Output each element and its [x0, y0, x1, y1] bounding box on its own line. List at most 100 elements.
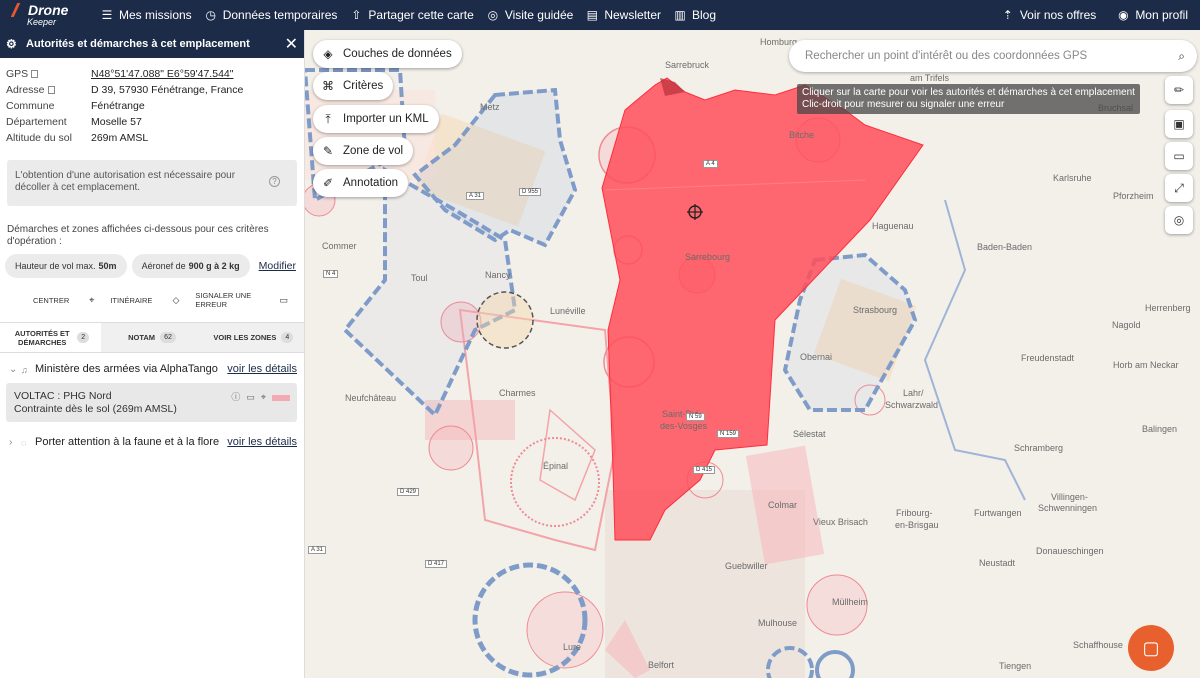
hint-line-1: Cliquer sur la carte pour voir les autor… [802, 87, 1135, 98]
locate-button[interactable]: ◎ [1165, 206, 1193, 234]
place-label: Karlsruhe [1053, 173, 1092, 183]
profile-label: Mon profil [1135, 8, 1188, 22]
tab-authorities[interactable]: AUTORITÉS ET DÉMARCHES 2 [0, 323, 102, 352]
map-control-button[interactable]: ⌘ Critères [313, 72, 394, 100]
profile-link[interactable]: ◉ Mon profil [1116, 8, 1188, 22]
place-label: Furtwangen [974, 508, 1022, 518]
gps-value[interactable]: N48°51'47.088" E6°59'47.544" [91, 68, 233, 80]
place-label: Schramberg [1014, 443, 1064, 453]
ruler-button[interactable]: ✏ [1165, 76, 1193, 104]
offers-link[interactable]: ⇡ Voir nos offres [1001, 8, 1097, 22]
offers-label: Voir nos offres [1019, 8, 1097, 22]
nav-book[interactable]: ▥ Blog [673, 8, 716, 22]
modify-criteria-link[interactable]: Modifier [259, 260, 296, 272]
place-label: Tiengen [999, 661, 1032, 671]
road-shield: A 31 [308, 546, 327, 554]
dronekeeper-logo[interactable]: Drone Keeper [0, 0, 88, 30]
comment-icon[interactable]: ▭ [246, 391, 255, 404]
location-info: GPS N48°51'47.088" E6°59'47.544" Adresse… [0, 58, 304, 146]
nav-newsletter[interactable]: ▤ Newsletter [585, 8, 661, 22]
map-search[interactable]: Rechercher un point d'intérêt ou des coo… [789, 40, 1197, 72]
sidebar-title: Autorités et démarches à cet emplacement [26, 38, 250, 50]
nav-share[interactable]: ⇧ Partager cette carte [349, 8, 473, 22]
road-shield: D 955 [519, 188, 542, 196]
search-input[interactable]: Rechercher un point d'intérêt ou des coo… [805, 50, 1087, 62]
feedback-button[interactable]: ▭ [1165, 142, 1193, 170]
place-label: Bitche [789, 130, 815, 140]
aircraft-chip-label: Aéronef de [141, 261, 186, 271]
place-label: am Trifels [910, 73, 950, 83]
map-control-button[interactable]: ◈ Couches de données [313, 40, 462, 68]
nav-list[interactable]: ☰ Mes missions [100, 8, 192, 22]
map-control-button[interactable]: ⤒ Importer un KML [313, 105, 439, 133]
map-control-button[interactable]: ✎ Zone de vol [313, 137, 414, 165]
place-label: Herrenberg [1145, 303, 1191, 313]
copy-icon[interactable] [31, 70, 39, 79]
control-icon: ⤒ [325, 111, 331, 126]
clock-icon: ◷ [205, 8, 216, 22]
place-label: Charmes [499, 388, 536, 398]
gear-icon: ⚙ [6, 37, 17, 51]
center-label: CENTRER [33, 295, 70, 305]
fullscreen-button[interactable]: ⤢ [1165, 174, 1193, 202]
report-error-button[interactable]: SIGNALER UNE ERREUR ▭ [195, 291, 288, 309]
authority-item[interactable]: ⌄ ♫ Ministère des armées via AlphaTango … [0, 353, 304, 377]
place-label: des-Vosges [660, 421, 708, 431]
nav-globe[interactable]: ◎ Visite guidée [486, 8, 574, 22]
zone-circle [428, 425, 474, 471]
globe-icon: ◎ [487, 8, 499, 22]
zone-circle [526, 591, 604, 669]
voltac-zone-card[interactable]: VOLTAC : PHG Nord Contrainte dès le sol … [6, 383, 297, 422]
close-icon[interactable]: ✕ [285, 34, 298, 54]
info-icon[interactable]: ⓘ [231, 391, 240, 404]
location-sidebar: ⚙ Autorités et démarches à cet emplaceme… [0, 30, 305, 678]
place-label: Belfort [648, 660, 675, 670]
authority-details-link[interactable]: voir les détails [227, 363, 297, 377]
tab-zones-count: 4 [281, 332, 294, 343]
place-label: Lahr/ [903, 388, 924, 398]
sidebar-tabs: AUTORITÉS ET DÉMARCHES 2 NOTAM 62 VOIR L… [0, 322, 304, 353]
help-icon[interactable]: ? [269, 176, 280, 187]
bell-icon: ♫ [21, 365, 28, 375]
aircraft-chip: Aéronef de 900 g à 2 kg [131, 254, 250, 278]
chevron-right-icon[interactable]: › [9, 436, 21, 450]
place-label: Fribourg- [896, 508, 933, 518]
arrow-up-circle-icon: ⇡ [1002, 8, 1013, 22]
departement-value: Moselle 57 [91, 116, 142, 128]
focus-icon[interactable]: ⌖ [261, 391, 266, 404]
location-actions: CENTRER ⌖ ITINÉRAIRE ◇ SIGNALER UNE ERREUR… [0, 278, 304, 309]
authority-name: Porter attention à la faune et à la flor… [35, 436, 220, 448]
copy-icon[interactable] [47, 86, 55, 95]
road-shield: D 429 [397, 488, 420, 496]
route-button[interactable]: ITINÉRAIRE ◇ [110, 291, 179, 309]
place-label: Sarrebruck [665, 60, 710, 70]
tab-notam-label: NOTAM [128, 333, 156, 342]
place-label: Sélestat [793, 429, 826, 439]
nav-clock[interactable]: ◷ Données temporaires [204, 8, 337, 22]
chat-button[interactable]: ▢ [1128, 625, 1174, 671]
road-shield: N 4 [323, 270, 339, 278]
address-value: D 39, 57930 Fénétrange, France [91, 84, 244, 96]
place-label: Toul [411, 273, 428, 283]
tab-notam[interactable]: NOTAM 62 [101, 323, 203, 352]
map-control-button[interactable]: ✐ Annotation [313, 169, 408, 197]
place-label: Freudenstadt [1021, 353, 1075, 363]
authority-details-link[interactable]: voir les détails [227, 436, 297, 450]
tab-authorities-count: 2 [77, 332, 90, 343]
tab-zones[interactable]: VOIR LES ZONES 4 [202, 323, 304, 352]
top-navigation-bar: Drone Keeper ☰ Mes missions ◷ Données tempo… [0, 0, 1200, 30]
logo-text-bottom: Keeper [27, 17, 57, 27]
search-icon[interactable]: ⌕ [1178, 49, 1185, 64]
place-label: Müllheim [832, 597, 869, 607]
address-label: Adresse [6, 84, 91, 96]
place-label: Schwarzwald [885, 400, 939, 410]
control-icon: ⌘ [322, 79, 334, 93]
center-button[interactable]: CENTRER ⌖ [33, 291, 94, 309]
authority-item[interactable]: › ◌ Porter attention à la faune et à la … [0, 422, 304, 450]
altitude-value: 269m AMSL [91, 132, 149, 144]
departement-row: Département Moselle 57 [6, 114, 298, 130]
chevron-down-icon[interactable]: ⌄ [9, 363, 21, 377]
map-canvas[interactable]: HomburgSarrebruckPirmasensam TrifelsBruc… [305, 30, 1200, 678]
road-shield: N 59 [686, 413, 705, 421]
screenshot-button[interactable]: ▣ [1165, 110, 1193, 138]
